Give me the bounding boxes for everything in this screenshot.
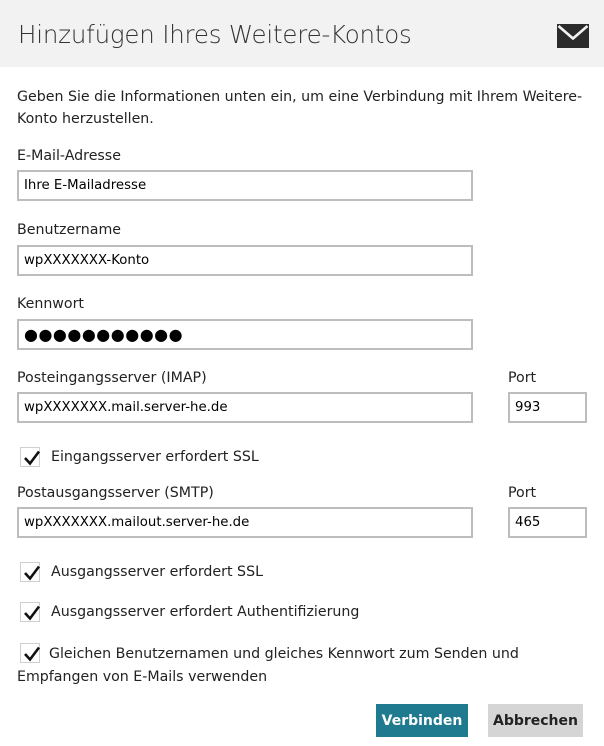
outgoing-auth-checkbox-row[interactable]: Ausgangsserver erfordert Authentifizieru… xyxy=(20,600,359,624)
username-field[interactable] xyxy=(17,245,473,276)
same-credentials-checkbox-row[interactable]: Gleichen Benutzernamen und gleiches Kenn… xyxy=(17,643,592,689)
same-credentials-label: Gleichen Benutzernamen und gleiches Kenn… xyxy=(17,646,519,685)
checkmark-icon xyxy=(24,646,41,662)
checkmark-icon xyxy=(24,565,41,581)
outgoing-server-label: Postausgangsserver (SMTP) xyxy=(17,485,214,501)
email-field[interactable] xyxy=(17,170,473,201)
username-label: Benutzername xyxy=(17,222,122,238)
incoming-ssl-checkbox[interactable] xyxy=(20,447,41,467)
checkmark-icon xyxy=(24,605,41,621)
incoming-port-label: Port xyxy=(508,370,537,386)
mail-icon xyxy=(557,24,589,48)
password-field[interactable] xyxy=(17,319,473,350)
dialog-header: Hinzufügen Ihres Weitere-Kontos xyxy=(0,0,604,67)
outgoing-auth-checkbox[interactable] xyxy=(20,602,41,622)
incoming-server-field[interactable] xyxy=(17,392,473,423)
incoming-ssl-label: Eingangsserver erfordert SSL xyxy=(51,449,259,465)
connect-button[interactable]: Verbinden xyxy=(376,704,468,737)
outgoing-port-field[interactable] xyxy=(508,507,587,538)
outgoing-auth-label: Ausgangsserver erfordert Authentifizieru… xyxy=(51,604,360,620)
cancel-button[interactable]: Abbrechen xyxy=(488,704,583,737)
email-label: E-Mail-Adresse xyxy=(17,148,121,164)
incoming-port-field[interactable] xyxy=(508,392,587,423)
incoming-server-label: Posteingangsserver (IMAP) xyxy=(17,370,207,386)
intro-text: Geben Sie die Informationen unten ein, u… xyxy=(17,89,583,127)
outgoing-ssl-label: Ausgangsserver erfordert SSL xyxy=(51,564,263,580)
outgoing-ssl-checkbox-row[interactable]: Ausgangsserver erfordert SSL xyxy=(20,560,263,584)
dialog-title: Hinzufügen Ihres Weitere-Kontos xyxy=(18,20,412,49)
incoming-ssl-checkbox-row[interactable]: Eingangsserver erfordert SSL xyxy=(20,445,259,469)
password-label: Kennwort xyxy=(17,296,84,312)
outgoing-ssl-checkbox[interactable] xyxy=(20,562,41,582)
same-credentials-checkbox[interactable] xyxy=(20,643,41,663)
checkmark-icon xyxy=(24,450,41,466)
outgoing-port-label: Port xyxy=(508,485,537,501)
outgoing-server-field[interactable] xyxy=(17,507,473,538)
